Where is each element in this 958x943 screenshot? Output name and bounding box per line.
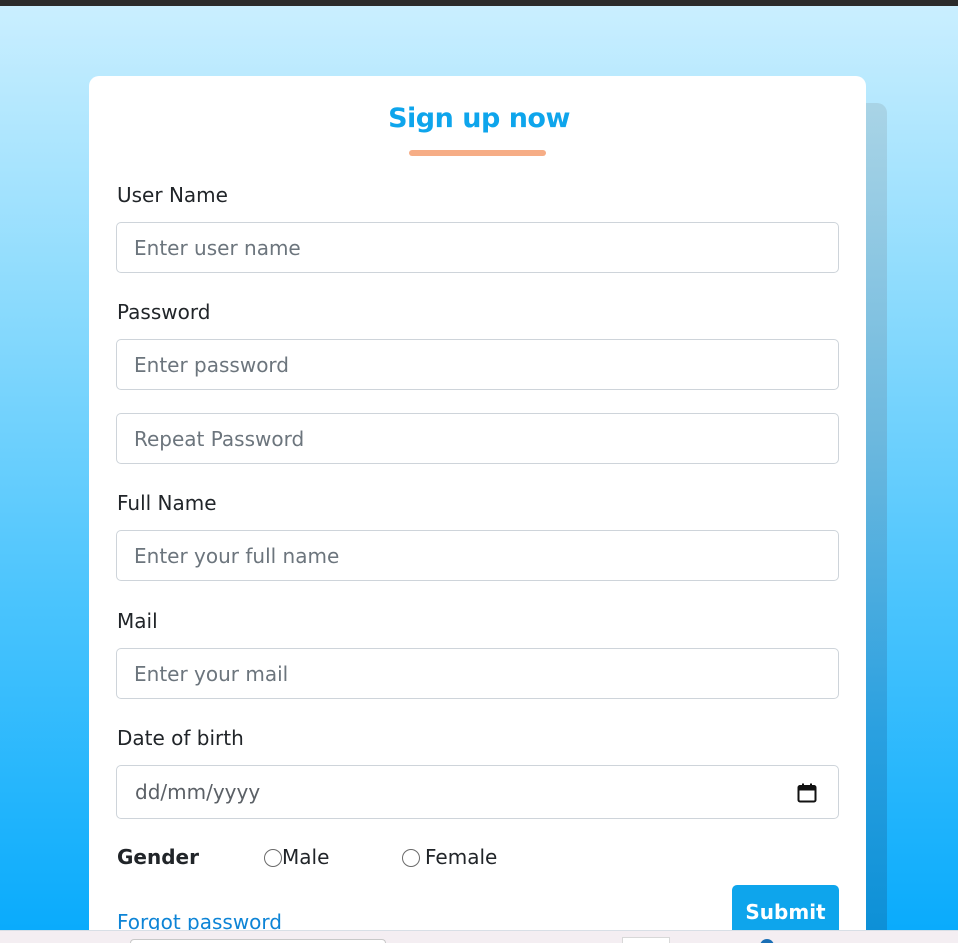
female-radio[interactable] [402,849,420,867]
female-radio-label[interactable]: Female [425,845,497,869]
password-input[interactable] [116,339,839,390]
mail-input[interactable] [116,648,839,699]
mail-label: Mail [117,609,158,633]
title-underline [409,150,546,156]
male-radio-label[interactable]: Male [282,845,329,869]
password-label: Password [117,300,211,324]
dob-label: Date of birth [117,726,244,750]
browser-top-bar [0,0,958,6]
username-label: User Name [117,183,228,207]
bottom-fragment [760,939,774,943]
bottom-fragment [130,939,386,943]
dob-input[interactable]: dd/mm/yyyy [116,765,839,819]
full-name-input[interactable] [116,530,839,581]
browser-bottom-strip [0,930,958,943]
full-name-label: Full Name [117,491,217,515]
male-radio[interactable] [264,849,282,867]
form-title: Sign up now [388,103,570,134]
calendar-icon[interactable] [797,783,817,803]
username-input[interactable] [116,222,839,273]
dob-placeholder: dd/mm/yyyy [135,780,261,804]
repeat-password-input[interactable] [116,413,839,464]
bottom-fragment [622,937,670,943]
gender-label: Gender [117,845,199,869]
